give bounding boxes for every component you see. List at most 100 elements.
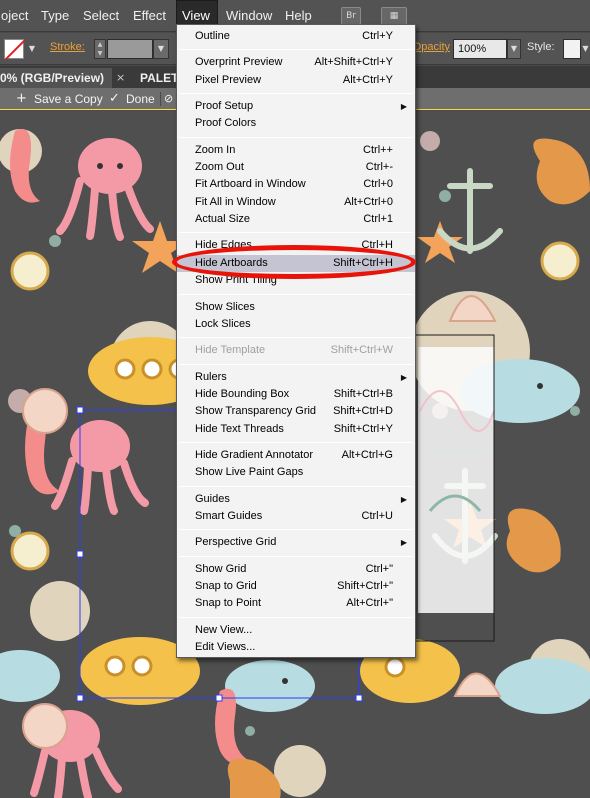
menu-separator: [179, 529, 413, 530]
stroke-weight-field[interactable]: [107, 39, 153, 59]
menu-item-label: Snap to Grid: [195, 580, 257, 592]
menu-select[interactable]: Select: [78, 0, 124, 32]
menu-item-hide-template: Hide Template Shift+Ctrl+W: [177, 342, 415, 359]
menu-item-fit-artboard-in-window[interactable]: Fit Artboard in Window Ctrl+0: [177, 176, 415, 193]
menu-item-zoom-out[interactable]: Zoom Out Ctrl+-: [177, 159, 415, 176]
menu-item-label: Actual Size: [195, 213, 251, 225]
stroke-label[interactable]: Stroke:: [50, 41, 85, 53]
menu-item-shortcut: Alt+Shift+Ctrl+Y: [314, 56, 393, 68]
menu-item-label: Overprint Preview: [195, 56, 283, 68]
menu-item-hide-text-threads[interactable]: Hide Text Threads Shift+Ctrl+Y: [177, 421, 415, 438]
menu-item-shortcut: Ctrl+1: [363, 213, 393, 225]
menu-item-edit-views[interactable]: Edit Views...: [177, 639, 415, 656]
submenu-arrow-icon: ▶: [400, 102, 407, 111]
submenu-arrow-icon: ▶: [400, 373, 407, 382]
opacity-dropdown-icon[interactable]: ▼: [507, 39, 521, 59]
menu-item-lock-slices[interactable]: Lock Slices: [177, 316, 415, 333]
menu-item-perspective-grid[interactable]: Perspective Grid ▶: [177, 534, 415, 551]
menu-object[interactable]: oject: [0, 0, 33, 32]
menu-item-label: Hide Edges: [195, 239, 252, 251]
menu-item-label: Guides: [195, 493, 230, 505]
menu-item-hide-gradient-annotator[interactable]: Hide Gradient Annotator Alt+Ctrl+G: [177, 447, 415, 464]
opacity-label[interactable]: Opacity:: [416, 41, 450, 53]
menu-item-label: Show Slices: [195, 301, 255, 313]
menu-separator: [179, 364, 413, 365]
menu-type[interactable]: Type: [36, 0, 74, 32]
menu-item-guides[interactable]: Guides ▶: [177, 491, 415, 508]
menu-item-shortcut: Shift+Ctrl+H: [333, 257, 393, 269]
submenu-arrow-icon: ▶: [400, 495, 407, 504]
menu-item-actual-size[interactable]: Actual Size Ctrl+1: [177, 211, 415, 228]
menu-separator: [179, 93, 413, 94]
menu-separator: [179, 137, 413, 138]
menu-item-shortcut: Ctrl+0: [363, 178, 393, 190]
done-check-icon: ✓: [109, 91, 120, 106]
stroke-weight-dropdown-icon[interactable]: ▼: [153, 39, 169, 59]
opacity-field[interactable]: 100%: [453, 39, 507, 59]
menu-item-label: Edit Views...: [195, 641, 256, 653]
menu-item-show-slices[interactable]: Show Slices: [177, 299, 415, 316]
menu-item-label: Snap to Point: [195, 597, 262, 609]
menu-item-label: Show Live Paint Gaps: [195, 466, 304, 478]
save-a-copy-button[interactable]: Save a Copy: [34, 90, 103, 108]
menu-item-shortcut: Ctrl+-: [365, 161, 393, 173]
menu-item-smart-guides[interactable]: Smart Guides Ctrl+U: [177, 508, 415, 525]
done-button[interactable]: Done: [126, 90, 155, 108]
menu-item-new-view[interactable]: New View...: [177, 622, 415, 639]
menu-item-label: Hide Gradient Annotator: [195, 449, 314, 461]
menu-item-rulers[interactable]: Rulers ▶: [177, 369, 415, 386]
graphic-style-swatch[interactable]: [563, 39, 581, 59]
menu-item-label: Smart Guides: [195, 510, 263, 522]
menu-item-fit-all-in-window[interactable]: Fit All in Window Alt+Ctrl+0: [177, 194, 415, 211]
fill-dropdown-icon[interactable]: ▼: [26, 42, 38, 56]
style-dropdown-icon[interactable]: ▼: [581, 42, 590, 56]
tab-document[interactable]: 0% (RGB/Preview): [0, 68, 112, 88]
menu-item-shortcut: Ctrl+Y: [362, 30, 393, 42]
menu-separator: [179, 617, 413, 618]
menu-separator: [179, 294, 413, 295]
save-copy-icon: +: [16, 91, 27, 106]
menu-item-label: Show Transparency Grid: [195, 405, 317, 417]
menu-item-show-print-tiling[interactable]: Show Print Tiling: [177, 272, 415, 289]
menu-item-label: Fit Artboard in Window: [195, 178, 306, 190]
stroke-weight-stepper[interactable]: ▲ ▼: [94, 39, 106, 59]
menu-item-snap-to-point[interactable]: Snap to Point Alt+Ctrl+": [177, 595, 415, 612]
bridge-icon[interactable]: Br: [341, 7, 361, 25]
style-label: Style:: [527, 41, 555, 53]
menu-effect[interactable]: Effect: [128, 0, 171, 32]
menu-item-label: Hide Template: [195, 344, 266, 356]
menu-item-show-live-paint-gaps[interactable]: Show Live Paint Gaps: [177, 464, 415, 481]
menu-item-hide-bounding-box[interactable]: Hide Bounding Box Shift+Ctrl+B: [177, 386, 415, 403]
menu-item-shortcut: Shift+Ctrl+B: [333, 388, 393, 400]
menu-separator: [179, 556, 413, 557]
menu-item-label: Hide Bounding Box: [195, 388, 290, 400]
menu-item-show-grid[interactable]: Show Grid Ctrl+": [177, 561, 415, 578]
menu-item-label: Outline: [195, 30, 230, 42]
view-menu-dropdown: Outline Ctrl+Y Overprint Preview Alt+Shift+…: [176, 24, 416, 658]
menu-item-label: Hide Artboards: [195, 257, 268, 269]
fill-none-swatch-icon[interactable]: [4, 39, 24, 59]
menu-item-show-transparency-grid[interactable]: Show Transparency Grid Shift+Ctrl+D: [177, 403, 415, 420]
menu-item-shortcut: Ctrl+U: [361, 510, 393, 522]
menu-item-label: Show Print Tiling: [195, 274, 277, 286]
menu-item-label: Zoom Out: [195, 161, 244, 173]
menu-item-snap-to-grid[interactable]: Snap to Grid Shift+Ctrl+": [177, 578, 415, 595]
menu-item-shortcut: Shift+Ctrl+W: [330, 344, 393, 356]
close-tab-icon[interactable]: ×: [116, 68, 125, 88]
menu-item-zoom-in[interactable]: Zoom In Ctrl++: [177, 142, 415, 159]
menu-item-shortcut: Ctrl+H: [361, 239, 393, 251]
menu-item-shortcut: Shift+Ctrl+D: [333, 405, 393, 417]
menu-item-label: Zoom In: [195, 144, 236, 156]
menu-item-hide-edges[interactable]: Hide Edges Ctrl+H: [177, 237, 415, 254]
menu-item-hide-artboards[interactable]: Hide Artboards Shift+Ctrl+H: [177, 255, 415, 272]
menu-item-label: Pixel Preview: [195, 74, 262, 86]
menu-item-pixel-preview[interactable]: Pixel Preview Alt+Ctrl+Y: [177, 72, 415, 89]
menu-separator: [179, 486, 413, 487]
menu-item-shortcut: Ctrl+": [365, 563, 393, 575]
menu-item-outline[interactable]: Outline Ctrl+Y: [177, 28, 415, 45]
menu-item-overprint-preview[interactable]: Overprint Preview Alt+Shift+Ctrl+Y: [177, 54, 415, 71]
menu-item-proof-colors[interactable]: Proof Colors: [177, 115, 415, 132]
arrange-documents-icon[interactable]: ▦: [381, 7, 407, 25]
menu-item-proof-setup[interactable]: Proof Setup ▶: [177, 98, 415, 115]
submenu-arrow-icon: ▶: [400, 538, 407, 547]
